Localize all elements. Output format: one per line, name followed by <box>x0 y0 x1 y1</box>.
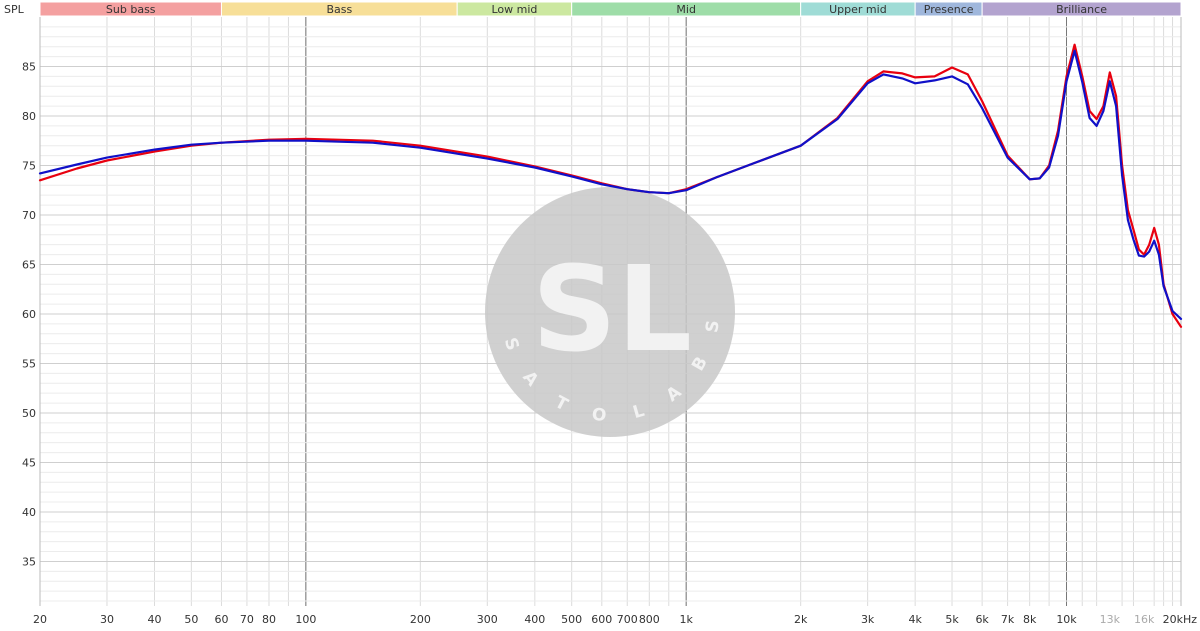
y-tick-label: 35 <box>22 555 36 568</box>
band-label: Sub bass <box>106 3 156 16</box>
y-tick-label: 40 <box>22 506 36 519</box>
x-tick-label: 1k <box>679 613 693 626</box>
x-tick-label: 60 <box>214 613 228 626</box>
x-tick-label: 13k <box>1100 613 1121 626</box>
watermark: SLSATO LABS <box>485 187 735 437</box>
y-tick-label: 70 <box>22 209 36 222</box>
y-tick-label: 65 <box>22 258 36 271</box>
band-label: Bass <box>326 3 352 16</box>
y-tick-label: 80 <box>22 110 36 123</box>
x-tick-label: 800 <box>639 613 660 626</box>
band-label: Brilliance <box>1056 3 1107 16</box>
x-tick-label: 2k <box>794 613 808 626</box>
x-tick-label: 80 <box>262 613 276 626</box>
x-tick-label: 200 <box>410 613 431 626</box>
x-tick-label: 600 <box>591 613 612 626</box>
watermark-ring-letter: O <box>591 405 607 426</box>
chart-svg: Sub bass Bass Low mid Mid Upper mid Presence B… <box>4 0 1198 631</box>
band-label: Low mid <box>491 3 537 16</box>
y-tick-label: 75 <box>22 159 36 172</box>
x-tick-label: 100 <box>295 613 316 626</box>
y-tick-label: 45 <box>22 456 36 469</box>
x-tick-label: 400 <box>524 613 545 626</box>
x-tick-label: 3k <box>861 613 875 626</box>
y-tick-label: 55 <box>22 357 36 370</box>
x-tick-label: 6k <box>975 613 989 626</box>
x-tick-label: 10k <box>1056 613 1077 626</box>
band-label: Mid <box>676 3 696 16</box>
x-tick-label: 500 <box>561 613 582 626</box>
x-tick-label: 50 <box>184 613 198 626</box>
x-tick-label: 8k <box>1023 613 1037 626</box>
x-tick-label: 30 <box>100 613 114 626</box>
x-tick-label: 20kHz <box>1163 613 1198 626</box>
frequency-bands: Sub bass Bass Low mid Mid Upper mid Presence B… <box>39 1 1182 17</box>
watermark-logo-text: SL <box>532 240 692 378</box>
x-tick-label: 16k <box>1134 613 1155 626</box>
band-label: Upper mid <box>829 3 887 16</box>
frequency-response-chart: Sub bass Bass Low mid Mid Upper mid Presence B… <box>0 0 1200 631</box>
x-tick-label: 300 <box>477 613 498 626</box>
band-label: Presence <box>924 3 974 16</box>
x-tick-label: 7k <box>1001 613 1015 626</box>
x-tick-label: 20 <box>33 613 47 626</box>
x-tick-label: 5k <box>945 613 959 626</box>
y-tick-label: 60 <box>22 308 36 321</box>
x-tick-label: 700 <box>617 613 638 626</box>
y-tick-label: 85 <box>22 60 36 73</box>
y-tick-label: 50 <box>22 407 36 420</box>
x-tick-label: 70 <box>240 613 254 626</box>
x-tick-label: 4k <box>908 613 922 626</box>
y-axis-label: SPL <box>4 3 25 16</box>
x-tick-label: 40 <box>147 613 161 626</box>
